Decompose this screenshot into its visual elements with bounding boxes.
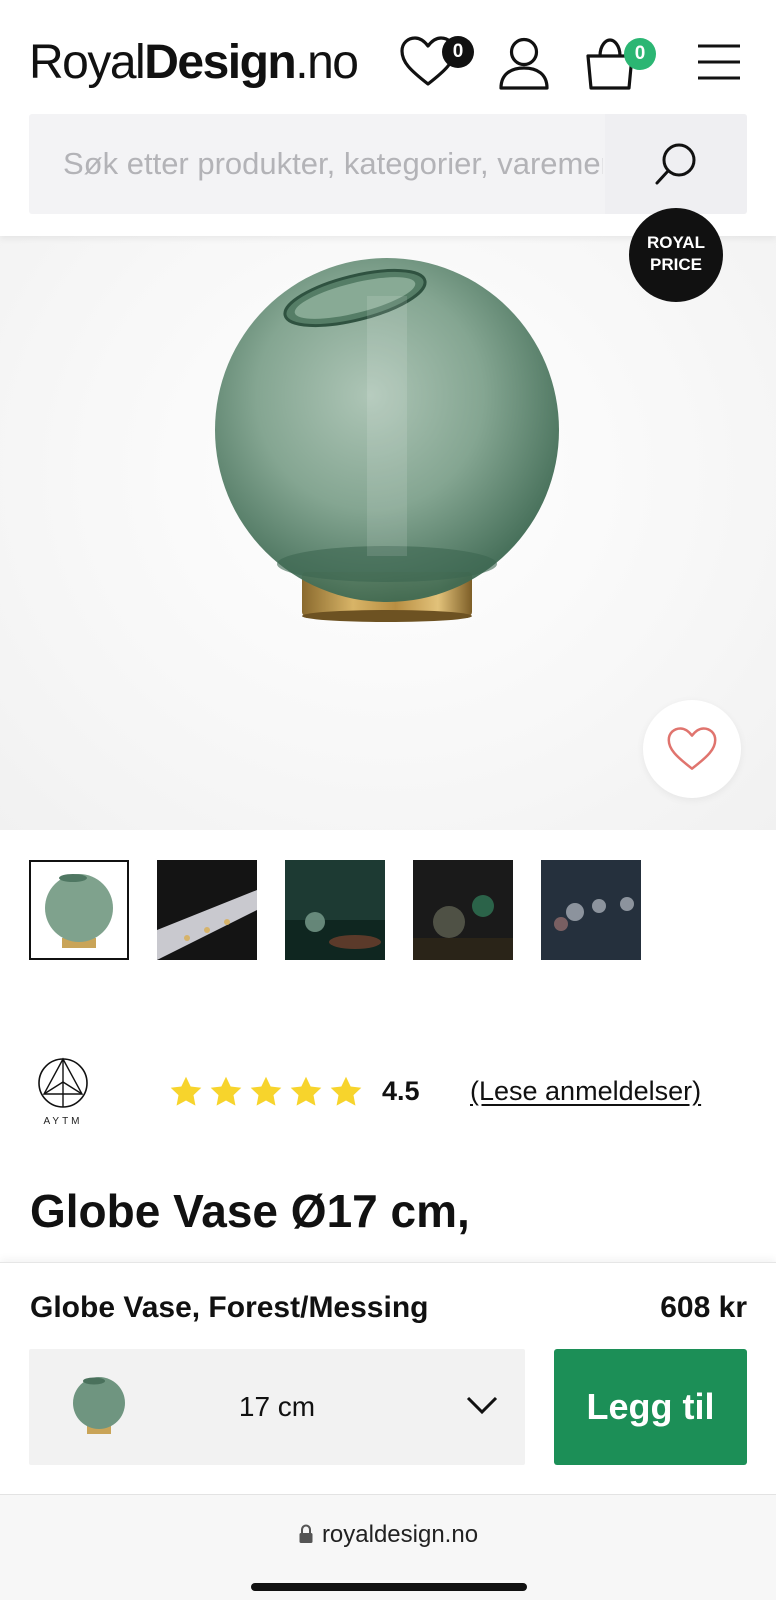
browser-url[interactable]: royaldesign.no [0, 1521, 776, 1549]
cart-count-badge: 0 [624, 38, 656, 70]
sticky-buy-bar: Globe Vase, Forest/Messing 608 kr 17 cm … [0, 1262, 776, 1494]
royal-price-badge-line1: ROYAL [647, 233, 705, 252]
site-header: RoyalDesign.no 0 0 [0, 0, 776, 236]
rating-value: 4.5 [382, 1076, 420, 1106]
browser-url-bar: royaldesign.no [0, 1494, 776, 1600]
logo-part-domain: .no [295, 36, 359, 89]
thumbnail-image [285, 860, 385, 960]
variant-thumbnail-image [73, 1377, 125, 1434]
royal-price-badge: ROYAL PRICE [629, 208, 723, 302]
wishlist-button[interactable]: 0 [400, 30, 474, 94]
product-title: Globe Vase Ø17 cm, [30, 1185, 470, 1237]
search-button[interactable] [605, 114, 747, 214]
brand-name: AYTM [43, 1116, 83, 1127]
chevron-down-icon [466, 1396, 498, 1415]
search-bar [29, 114, 747, 214]
browser-url-text: royaldesign.no [321, 1521, 479, 1548]
home-indicator[interactable] [251, 1583, 527, 1591]
add-to-cart-button[interactable]: Legg til [554, 1349, 747, 1465]
rating-stars [168, 1074, 364, 1112]
search-input[interactable] [29, 114, 603, 214]
add-to-wishlist-button[interactable] [643, 700, 741, 798]
search-icon [655, 143, 696, 185]
variant-select[interactable]: 17 cm [29, 1349, 525, 1465]
read-reviews-link[interactable]: (Lese anmeldelser) [470, 1076, 701, 1107]
thumbnail-image [413, 860, 513, 960]
wishlist-count-badge: 0 [442, 36, 474, 68]
star-icon [290, 1076, 322, 1106]
star-icon [330, 1076, 362, 1106]
thumbnail-image [541, 860, 641, 960]
cart-button[interactable]: 0 [586, 30, 656, 94]
logo-part-design: Design [144, 36, 297, 89]
thumbnail-1[interactable] [29, 860, 129, 960]
thumbnail-4[interactable] [413, 860, 513, 960]
star-icon [170, 1076, 202, 1106]
star-icon [250, 1076, 282, 1106]
thumbnail-image [31, 862, 127, 958]
buybar-product-name: Globe Vase, Forest/Messing [30, 1291, 429, 1324]
site-logo[interactable]: RoyalDesign.no [29, 34, 359, 92]
heart-outline-icon [667, 727, 717, 770]
thumbnail-2[interactable] [157, 860, 257, 960]
logo-part-royal: Royal [29, 36, 146, 89]
lock-icon [299, 1524, 313, 1543]
product-main-image[interactable] [0, 236, 776, 830]
hamburger-menu-icon [698, 44, 740, 80]
account-button[interactable] [496, 30, 560, 94]
menu-button[interactable] [694, 30, 758, 94]
user-icon [499, 37, 549, 90]
thumbnail-image [157, 860, 257, 960]
thumbnail-5[interactable] [541, 860, 641, 960]
royal-price-badge-line2: PRICE [650, 255, 702, 274]
buybar-price: 608 kr [660, 1291, 747, 1324]
star-icon [210, 1076, 242, 1106]
thumbnail-3[interactable] [285, 860, 385, 960]
